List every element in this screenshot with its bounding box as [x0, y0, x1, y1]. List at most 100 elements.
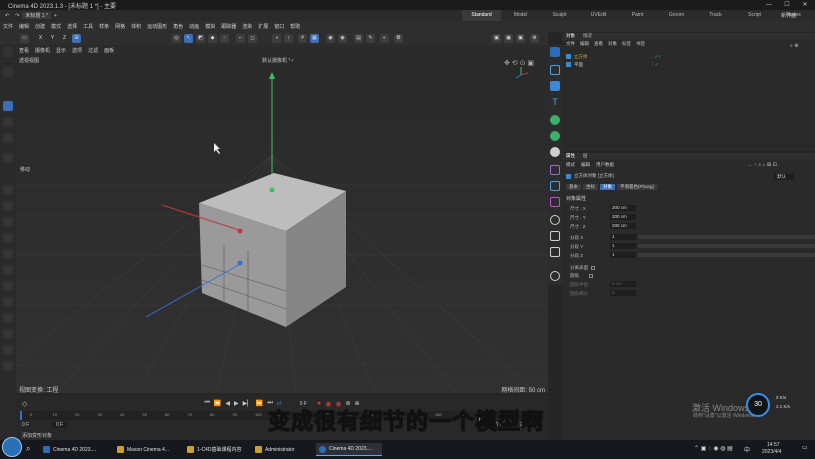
- mograph-icon[interactable]: [550, 115, 560, 125]
- tab-objects[interactable]: 对象: [566, 33, 575, 40]
- environment-icon[interactable]: [550, 181, 560, 191]
- spline-tool-icon[interactable]: [3, 201, 13, 211]
- paint-icon[interactable]: [3, 313, 13, 323]
- viewport-menu-display[interactable]: 显示: [53, 47, 69, 54]
- menu-animate[interactable]: 动画: [186, 23, 202, 30]
- menu-mesh[interactable]: 网格: [112, 23, 128, 30]
- taskbar-item[interactable]: 1-C4D基础课程内容: [184, 443, 252, 456]
- taskbar-item[interactable]: Cinema 4D 2023....: [40, 443, 108, 456]
- generator-icon[interactable]: [550, 81, 560, 91]
- viewport-menu-view[interactable]: 查看: [16, 47, 32, 54]
- close-icon[interactable]: ✕: [796, 0, 814, 10]
- z-handle[interactable]: [237, 260, 243, 266]
- objects-menu-object[interactable]: 对象: [608, 41, 617, 47]
- deformer-icon[interactable]: [550, 165, 560, 175]
- playhead[interactable]: [20, 411, 22, 420]
- go-start-icon[interactable]: ⏮: [204, 400, 209, 407]
- polygons-mode-icon[interactable]: ◻: [248, 34, 257, 43]
- layout-tab[interactable]: Script: [735, 10, 774, 21]
- preset-dropdown[interactable]: 默认: [774, 174, 794, 180]
- cube-primitive-icon[interactable]: [550, 47, 560, 57]
- axis-icon[interactable]: ↕: [284, 34, 293, 43]
- tab-takes[interactable]: 场次: [583, 33, 592, 40]
- light-icon[interactable]: [550, 215, 560, 225]
- prev-frame-icon[interactable]: ◀: [225, 400, 230, 407]
- notification-icon[interactable]: ▭: [802, 444, 808, 451]
- coord-system-icon[interactable]: ⊞: [72, 34, 81, 43]
- sculpt-icon[interactable]: [3, 329, 13, 339]
- menu-select[interactable]: 选择: [64, 23, 80, 30]
- select-icon[interactable]: [3, 67, 13, 77]
- seg-x-slider[interactable]: [638, 235, 815, 239]
- menu-extensions[interactable]: 扩展: [255, 23, 271, 30]
- menu-tools[interactable]: 工具: [80, 23, 96, 30]
- render-view-icon[interactable]: ▣: [492, 34, 501, 43]
- prev-key-icon[interactable]: ⏪: [214, 400, 221, 407]
- undo-icon[interactable]: ↶: [2, 13, 12, 19]
- seg-z-input[interactable]: 1: [610, 252, 636, 258]
- camera-icon[interactable]: [550, 197, 560, 207]
- object-row-cube[interactable]: 立方体 ⁚ ✓ ⁄: [566, 53, 811, 60]
- menu-mode[interactable]: 模式: [48, 23, 64, 30]
- tab-layers[interactable]: 层: [583, 153, 588, 160]
- size-z-input[interactable]: 200 cm: [610, 223, 636, 229]
- object-name[interactable]: 平面: [574, 62, 583, 68]
- menu-mograph[interactable]: 运动图形: [144, 23, 170, 30]
- seg-y-slider[interactable]: [638, 244, 815, 248]
- material-icon[interactable]: ◐: [380, 34, 389, 43]
- uv-mode-icon[interactable]: ◑: [272, 34, 281, 43]
- fillet-sub-input[interactable]: 5: [610, 290, 636, 296]
- render-picture-icon[interactable]: ▣: [504, 34, 513, 43]
- scale-icon[interactable]: [3, 133, 13, 143]
- points-mode-icon[interactable]: ⁘: [220, 34, 229, 43]
- bridge-icon[interactable]: [3, 281, 13, 291]
- rotate-icon[interactable]: [3, 117, 13, 127]
- menu-window[interactable]: 窗口: [271, 23, 287, 30]
- tray-icons[interactable]: ⌃ ▣ ◌ ◉ ◍ ▤: [694, 445, 733, 452]
- viewport-menu-panel[interactable]: 面板: [101, 47, 117, 54]
- camera-label[interactable]: 默认摄像机 °✓: [262, 57, 295, 64]
- grid-snap-icon[interactable]: #: [298, 34, 307, 43]
- layout-tab[interactable]: Paint: [618, 10, 657, 21]
- scene-icon[interactable]: [550, 231, 560, 241]
- visibility-check-icon[interactable]: ⁚ ✓: [652, 62, 658, 68]
- render-queue-icon[interactable]: ▣: [516, 34, 525, 43]
- clock-time[interactable]: 14:57: [767, 442, 780, 448]
- snap-settings-icon[interactable]: [3, 153, 13, 163]
- separate-checkbox[interactable]: [591, 265, 595, 270]
- search-icon[interactable]: [3, 47, 13, 57]
- visibility-check-icon[interactable]: ⁚ ✓ ⁄: [652, 54, 660, 60]
- simulation-icon[interactable]: [550, 247, 560, 257]
- tab-attributes[interactable]: 属性: [566, 153, 575, 160]
- taskbar-item[interactable]: Administrator: [252, 443, 312, 456]
- objects-menu-tags[interactable]: 标签: [622, 41, 631, 47]
- taskbar-item[interactable]: Maxon Cinema 4...: [114, 443, 182, 456]
- solo-hierarchy-icon[interactable]: ◉: [338, 34, 347, 43]
- search-taskbar-icon[interactable]: ⌕: [26, 444, 30, 454]
- nav-arrows-icon[interactable]: ← ↑ ⌕ ⌂ ⊞ ⊡: [748, 162, 777, 168]
- weld-icon[interactable]: [3, 297, 13, 307]
- layout-tab[interactable]: UVEdit: [579, 10, 618, 21]
- viewport-menu-options[interactable]: 选项: [69, 47, 85, 54]
- redo-icon[interactable]: ↷: [12, 13, 22, 19]
- size-x-input[interactable]: 200 cm: [610, 205, 636, 211]
- coord-z[interactable]: Z: [60, 34, 69, 43]
- next-key-icon[interactable]: ⏩: [256, 400, 263, 407]
- attributes-menu-mode[interactable]: 模式: [566, 162, 575, 168]
- object-name[interactable]: 立方体: [574, 54, 588, 60]
- menu-simulate[interactable]: 模拟: [202, 23, 218, 30]
- menu-volume[interactable]: 体积: [128, 23, 144, 30]
- subtab-object[interactable]: 对象: [600, 184, 615, 190]
- y-handle[interactable]: [269, 187, 275, 193]
- attributes-menu-userdata[interactable]: 用户数据: [596, 162, 614, 168]
- texture-icon[interactable]: ▤: [354, 34, 363, 43]
- layout-tab[interactable]: Sculpt: [540, 10, 579, 21]
- viewport[interactable]: 透视视图 默认摄像机 °✓ 移动 ✥ ⟲ ⊙ ▣: [16, 55, 548, 393]
- menu-character[interactable]: 角色: [170, 23, 186, 30]
- object-mode-icon[interactable]: ◆: [208, 34, 217, 43]
- x-handle[interactable]: [237, 228, 243, 234]
- move-mode-icon[interactable]: ↖: [184, 34, 193, 43]
- snap-icon[interactable]: ◎: [172, 34, 181, 43]
- pen-icon[interactable]: [550, 271, 560, 281]
- subtab-coord[interactable]: 坐标: [583, 184, 598, 190]
